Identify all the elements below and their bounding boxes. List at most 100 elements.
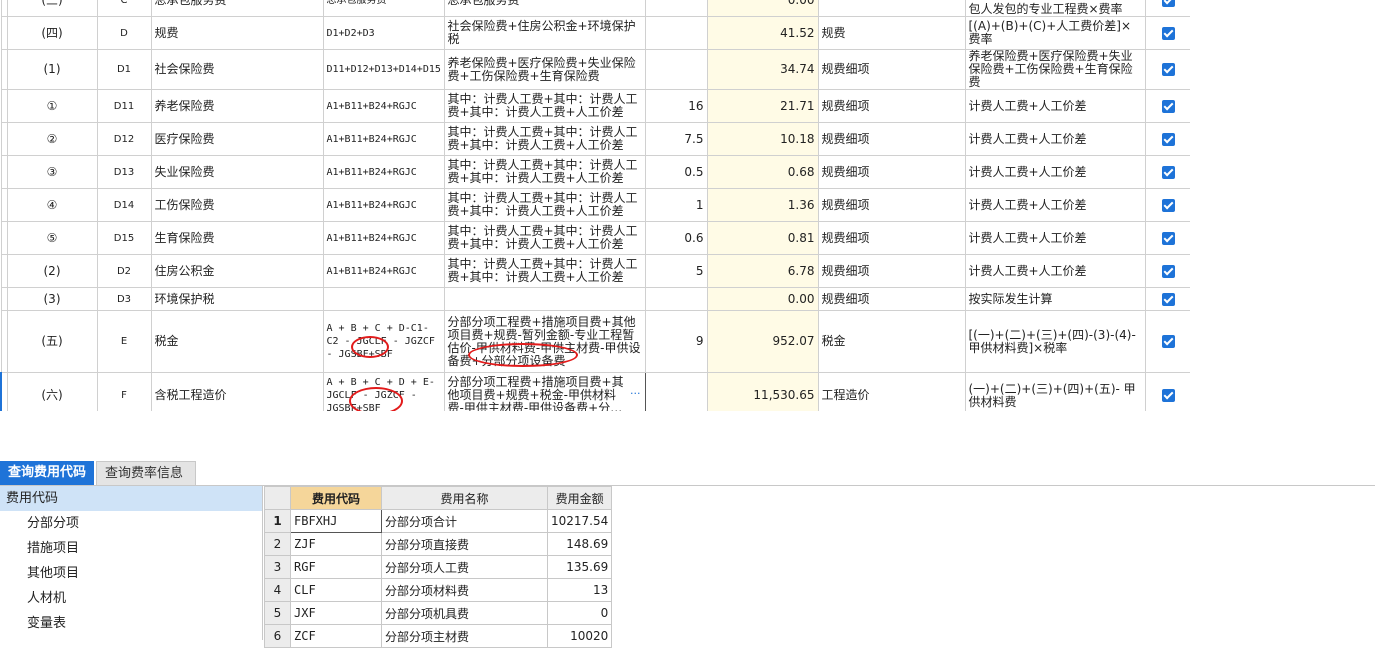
base-desc-cell[interactable] (443, 287, 646, 311)
tree-item-measures[interactable]: 措施项目 (0, 536, 262, 561)
code-cell[interactable]: D1 (96, 49, 152, 90)
base-cell[interactable]: A1+B11+B24+RGJC (322, 155, 445, 189)
output-checkbox[interactable] (1161, 292, 1175, 306)
fee-row[interactable]: ③ D13 失业保险费 A1+B11+B24+RGJC 其中：计费人工费+其中：… (0, 155, 1190, 189)
code-cell[interactable]: D3 (96, 287, 152, 311)
rate-cell[interactable]: 0.6 (644, 221, 708, 255)
name-cell[interactable]: 失业保险费 (150, 155, 324, 189)
rate-cell[interactable]: 5 (644, 254, 708, 288)
type-cell[interactable]: 规费细项 (817, 122, 966, 156)
base-desc-cell[interactable]: 总承包服务费 (443, 0, 646, 17)
tree-item-other[interactable]: 其他项目 (0, 561, 262, 586)
code-value[interactable]: FBFXHJ (290, 509, 382, 533)
rate-cell[interactable] (644, 287, 708, 311)
base-desc-cell[interactable]: 其中：计费人工费+其中：计费人工费+其中：计费人工费+人工价差 (443, 254, 646, 288)
base-desc-cell-editing[interactable]: 分部分项工程费+措施项目费+其他项目费+规费+税金-甲供材料费-甲供主材费-甲供… (443, 372, 646, 411)
output-checkbox[interactable] (1161, 26, 1175, 40)
code-cell[interactable]: D14 (96, 188, 152, 222)
rate-cell[interactable]: 16 (644, 89, 708, 123)
base-desc-cell[interactable]: 其中：计费人工费+其中：计费人工费+其中：计费人工费+人工价差 (443, 155, 646, 189)
base-cell[interactable]: 总承包服务费 (322, 0, 445, 17)
type-cell[interactable]: 规费细项 (817, 287, 966, 311)
fee-row[interactable]: ⑤ D15 生育保险费 A1+B11+B24+RGJC 其中：计费人工费+其中：… (0, 221, 1190, 255)
output-checkbox[interactable] (1161, 0, 1175, 7)
seq-cell[interactable]: ③ (6, 155, 98, 189)
note-cell[interactable]: 计费人工费+人工价差 (964, 221, 1146, 255)
code-cell[interactable]: F (96, 372, 152, 411)
seq-cell[interactable]: (六) (6, 372, 98, 411)
output-checkbox[interactable] (1161, 264, 1175, 278)
rate-cell[interactable] (644, 0, 708, 17)
amount-value[interactable]: 135.69 (546, 555, 613, 579)
header-fee-name[interactable]: 费用名称 (381, 486, 548, 510)
seq-cell[interactable]: (五) (6, 310, 98, 373)
table-row[interactable]: 5 JXF 分部分项机具费 0 (264, 601, 613, 625)
type-cell[interactable]: 规费细项 (817, 155, 966, 189)
base-cell[interactable]: A + B + C + D-C1-C2 - JGCLF - JGZCF - JG… (322, 310, 445, 373)
seq-cell[interactable]: (2) (6, 254, 98, 288)
code-value[interactable]: JXF (290, 601, 382, 625)
seq-cell[interactable]: (3) (6, 287, 98, 311)
fee-row[interactable]: (四) D 规费 D1+D2+D3 社会保险费+住房公积金+环境保护税 41.5… (0, 16, 1190, 50)
fee-row[interactable]: (五) E 税金 A + B + C + D-C1-C2 - JGCLF - J… (0, 310, 1190, 373)
rate-cell[interactable]: 9 (644, 310, 708, 373)
table-row[interactable]: 1 FBFXHJ 分部分项合计 10217.54 (264, 509, 613, 533)
type-cell[interactable]: 规费细项 (817, 254, 966, 288)
base-desc-cell[interactable]: 其中：计费人工费+其中：计费人工费+其中：计费人工费+人工价差 (443, 221, 646, 255)
base-cell[interactable] (322, 287, 445, 311)
note-cell[interactable]: 养老保险费+医疗保险费+失业保险费+工伤保险费+生育保险费 (964, 49, 1146, 90)
code-cell[interactable]: D15 (96, 221, 152, 255)
base-desc-cell[interactable]: 其中：计费人工费+其中：计费人工费+其中：计费人工费+人工价差 (443, 122, 646, 156)
rate-cell[interactable]: 1 (644, 188, 708, 222)
code-value[interactable]: CLF (290, 578, 382, 602)
output-checkbox[interactable] (1161, 231, 1175, 245)
base-cell[interactable]: A1+B11+B24+RGJC (322, 122, 445, 156)
code-cell[interactable]: E (96, 310, 152, 373)
seq-cell[interactable]: (四) (6, 16, 98, 50)
rate-cell[interactable]: 0.5 (644, 155, 708, 189)
output-checkbox[interactable] (1161, 335, 1175, 348)
name-cell[interactable]: 生育保险费 (150, 221, 324, 255)
header-fee-amount[interactable]: 费用金额 (546, 486, 613, 510)
note-cell[interactable]: 计费人工费+人工价差 (964, 188, 1146, 222)
type-cell[interactable]: 规费 (817, 16, 966, 50)
fee-row[interactable]: ② D12 医疗保险费 A1+B11+B24+RGJC 其中：计费人工费+其中：… (0, 122, 1190, 156)
code-cell[interactable]: D11 (96, 89, 152, 123)
output-checkbox[interactable] (1161, 389, 1175, 402)
code-cell[interactable]: C (96, 0, 152, 17)
seq-cell[interactable]: ④ (6, 188, 98, 222)
more-ellipsis-button[interactable]: ··· (630, 387, 641, 400)
name-cell[interactable]: 规费 (150, 16, 324, 50)
amount-value[interactable]: 10217.54 (546, 509, 613, 533)
seq-cell[interactable]: ① (6, 89, 98, 123)
name-cell[interactable]: 环境保护税 (150, 287, 324, 311)
output-checkbox[interactable] (1161, 165, 1175, 179)
name-cell[interactable]: 含税工程造价 (150, 372, 324, 411)
tree-root-fee-code[interactable]: 费用代码 (0, 486, 262, 511)
type-cell[interactable]: 规费细项 (817, 188, 966, 222)
seq-cell[interactable]: (1) (6, 49, 98, 90)
base-desc-cell[interactable]: 养老保险费+医疗保险费+失业保险费+工伤保险费+生育保险费 (443, 49, 646, 90)
note-cell[interactable]: [(一)+(二)+(三)+(四)-(3)-(4)-甲供材料费]×税率 (964, 310, 1146, 373)
output-checkbox[interactable] (1161, 99, 1175, 113)
header-fee-code[interactable]: 费用代码 (290, 486, 382, 510)
table-row[interactable]: 4 CLF 分部分项材料费 13 (264, 578, 613, 602)
fee-row[interactable]: (2) D2 住房公积金 A1+B11+B24+RGJC 其中：计费人工费+其中… (0, 254, 1190, 288)
table-row[interactable]: 2 ZJF 分部分项直接费 148.69 (264, 532, 613, 556)
name-value[interactable]: 分部分项主材费 (381, 624, 548, 648)
name-value[interactable]: 分部分项机具费 (381, 601, 548, 625)
code-cell[interactable]: D13 (96, 155, 152, 189)
name-value[interactable]: 分部分项人工费 (381, 555, 548, 579)
note-cell[interactable]: 包人发包的专业工程费×费率 (964, 0, 1146, 17)
base-cell[interactable]: D1+D2+D3 (322, 16, 445, 50)
name-value[interactable]: 分部分项直接费 (381, 532, 548, 556)
base-desc-cell[interactable]: 其中：计费人工费+其中：计费人工费+其中：计费人工费+人工价差 (443, 89, 646, 123)
table-row[interactable]: 3 RGF 分部分项人工费 135.69 (264, 555, 613, 579)
fee-row[interactable]: (3) D3 环境保护税 0.00 规费细项 按实际发生计算 (0, 287, 1190, 311)
base-desc-cell[interactable]: 其中：计费人工费+其中：计费人工费+其中：计费人工费+人工价差 (443, 188, 646, 222)
base-desc-cell[interactable]: 社会保险费+住房公积金+环境保护税 (443, 16, 646, 50)
rate-cell[interactable] (644, 49, 708, 90)
amount-value[interactable]: 148.69 (546, 532, 613, 556)
fee-row[interactable]: ④ D14 工伤保险费 A1+B11+B24+RGJC 其中：计费人工费+其中：… (0, 188, 1190, 222)
tree-item-variables[interactable]: 变量表 (0, 611, 262, 636)
